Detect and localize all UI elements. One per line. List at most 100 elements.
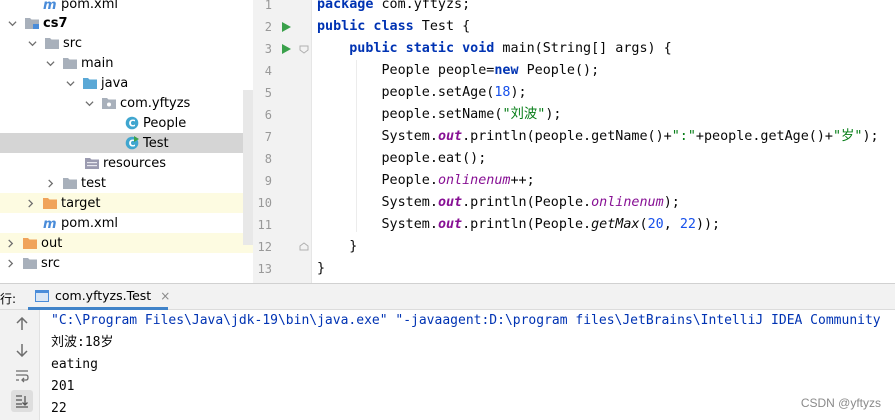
tree-item-label: com.yftyzs (120, 95, 191, 111)
chevron-down-icon[interactable] (44, 53, 56, 73)
excluded-folder-icon (22, 235, 38, 251)
code-line-3[interactable]: public static void main(String[] args) { (317, 38, 672, 60)
console-line: 201 (51, 379, 75, 394)
tree-item-package[interactable]: com.yftyzs (0, 93, 253, 113)
code-line-11[interactable]: System.out.println(People.getMax(20, 22)… (317, 214, 720, 236)
module-folder-icon (24, 15, 40, 31)
console-output[interactable]: "C:\Program Files\Java\jdk-19\bin\java.e… (41, 310, 895, 420)
tree-item-test-folder[interactable]: test (0, 173, 253, 193)
tree-item-label: src (63, 35, 82, 51)
tree-item-label: Test (143, 135, 169, 151)
line-number: 8 (264, 152, 272, 166)
chevron-right-icon[interactable] (44, 173, 56, 193)
svg-text:m: m (43, 0, 57, 11)
scroll-up-icon[interactable] (14, 316, 30, 332)
code-line-13[interactable]: } (317, 258, 325, 280)
excluded-folder-icon (42, 195, 58, 211)
line-number: 9 (264, 174, 272, 188)
code-line-6[interactable]: people.setName("刘波"); (317, 104, 561, 126)
editor-gutter: 1 2 3 4 5 6 7 8 9 10 11 12 13 (253, 0, 312, 283)
source-folder-icon (82, 75, 98, 91)
line-number: 11 (257, 218, 272, 232)
tree-item-label: main (81, 55, 114, 71)
code-line-4[interactable]: People people=new People(); (317, 60, 599, 82)
close-icon[interactable]: × (160, 289, 170, 303)
run-method-icon[interactable] (280, 43, 292, 55)
tree-item-src-root[interactable]: src (0, 253, 253, 273)
tree-item-src[interactable]: src (0, 33, 253, 53)
tree-item-label: target (61, 195, 101, 211)
tree-item-label: test (81, 175, 106, 191)
svg-text:m: m (43, 217, 57, 230)
run-toolbar (0, 310, 40, 420)
console-line: "C:\Program Files\Java\jdk-19\bin\java.e… (51, 313, 881, 328)
code-line-8[interactable]: people.eat(); (317, 148, 486, 170)
code-line-1[interactable]: package com.yftyzs; (317, 0, 470, 16)
run-class-icon[interactable] (280, 21, 292, 33)
console-line: 刘波:18岁 (51, 335, 114, 350)
tree-item-target[interactable]: target (0, 193, 253, 213)
line-number: 12 (257, 240, 272, 254)
run-label: 行: (0, 292, 17, 306)
maven-icon: m (42, 215, 58, 231)
tree-item-label: People (143, 115, 187, 131)
scroll-to-end-icon[interactable] (11, 390, 33, 412)
tree-item-label: out (41, 235, 63, 251)
code-editor[interactable]: package com.yftyzs; public class Test { … (312, 0, 895, 283)
tree-item-cs7[interactable]: cs7 (0, 13, 253, 33)
tree-item-java[interactable]: java (0, 73, 253, 93)
line-number: 4 (264, 64, 272, 78)
svg-text:C: C (129, 119, 136, 130)
line-number: 2 (264, 20, 272, 34)
tree-item-label: pom.xml (61, 0, 118, 12)
tree-item-main[interactable]: main (0, 53, 253, 73)
line-number: 6 (264, 108, 272, 122)
chevron-right-icon[interactable] (4, 253, 16, 273)
soft-wrap-icon[interactable] (14, 368, 30, 384)
tree-scrollbar[interactable] (243, 90, 253, 245)
fold-icon[interactable] (299, 242, 309, 252)
tree-item-label: src (41, 255, 60, 271)
line-number: 7 (264, 130, 272, 144)
line-number: 5 (264, 86, 272, 100)
resources-folder-icon (84, 155, 100, 171)
tree-item-test-class[interactable]: C Test (0, 133, 253, 153)
chevron-right-icon[interactable] (24, 193, 36, 213)
console-line: 22 (51, 401, 67, 416)
tree-item-pom-xml-top[interactable]: m pom.xml (0, 0, 253, 14)
tree-item-people[interactable]: C People (0, 113, 253, 133)
code-line-2[interactable]: public class Test { (317, 16, 470, 38)
line-number: 3 (264, 42, 272, 56)
fold-icon[interactable] (299, 44, 309, 54)
tree-item-label: pom.xml (61, 215, 118, 231)
tree-item-label: resources (103, 155, 167, 171)
chevron-right-icon[interactable] (4, 233, 16, 253)
console-icon (34, 288, 50, 304)
folder-icon (62, 175, 78, 191)
line-number: 1 (264, 0, 272, 12)
scroll-down-icon[interactable] (14, 342, 30, 358)
tree-item-pom-xml[interactable]: m pom.xml (0, 213, 253, 233)
code-line-7[interactable]: System.out.println(people.getName()+":"+… (317, 126, 878, 148)
console-line: eating (51, 357, 98, 372)
line-number: 13 (257, 262, 272, 276)
folder-icon (44, 35, 60, 51)
code-line-12[interactable]: } (317, 236, 357, 258)
run-tool-window-header: 行: com.yftyzs.Test × (0, 283, 895, 310)
tree-item-out[interactable]: out (0, 233, 253, 253)
chevron-down-icon[interactable] (6, 13, 18, 33)
chevron-down-icon[interactable] (26, 33, 38, 53)
chevron-down-icon[interactable] (83, 93, 95, 113)
project-tree: m pom.xml cs7 src main java com.yftyzs C… (0, 0, 253, 283)
runnable-class-icon: C (124, 135, 140, 151)
package-icon (101, 95, 117, 111)
run-tab[interactable]: com.yftyzs.Test × (28, 284, 170, 310)
code-line-10[interactable]: System.out.println(People.onlinenum); (317, 192, 679, 214)
tree-item-resources[interactable]: resources (0, 153, 253, 173)
line-number: 10 (257, 196, 272, 210)
code-line-5[interactable]: people.setAge(18); (317, 82, 526, 104)
tree-item-label: cs7 (43, 15, 68, 31)
code-line-9[interactable]: People.onlinenum++; (317, 170, 534, 192)
chevron-down-icon[interactable] (64, 73, 76, 93)
folder-icon (62, 55, 78, 71)
